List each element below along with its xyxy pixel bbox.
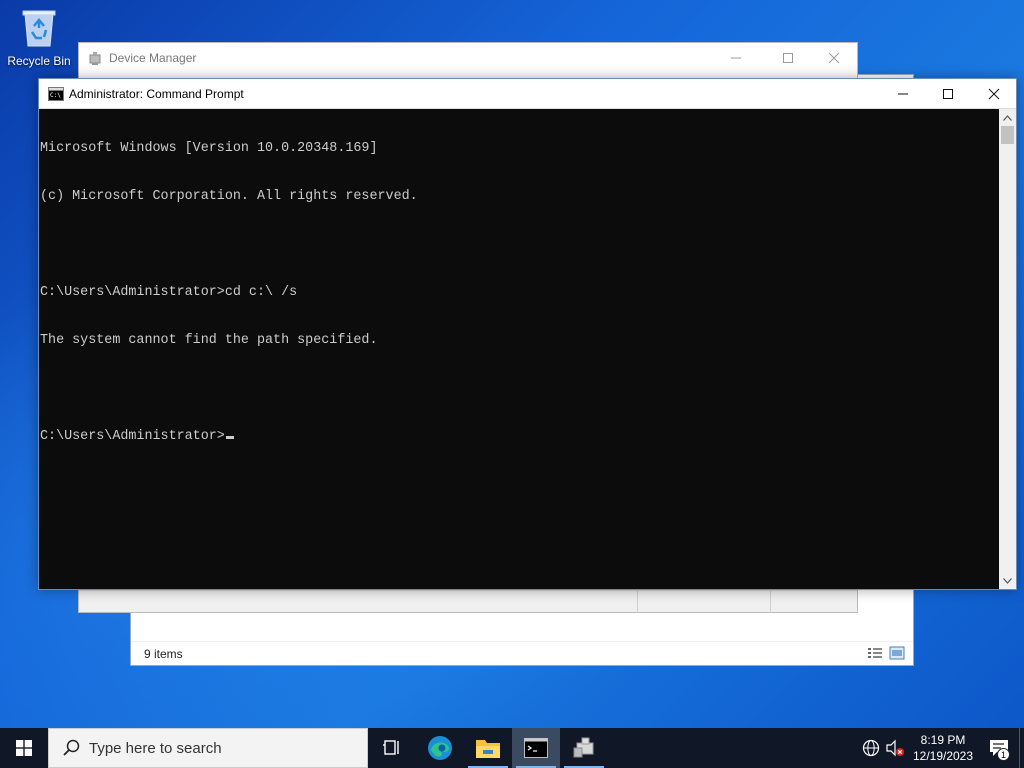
device-manager-minimize-button[interactable] bbox=[713, 43, 759, 73]
search-placeholder: Type here to search bbox=[89, 739, 222, 757]
show-desktop-button[interactable] bbox=[1019, 728, 1024, 768]
search-icon bbox=[63, 739, 80, 756]
system-tray: 8:19 PM 12/19/2023 1 bbox=[859, 728, 1024, 768]
status-separator bbox=[637, 591, 638, 613]
command-prompt-window[interactable]: C:\ Administrator: Command Prompt Micros… bbox=[38, 78, 1017, 590]
task-view-button[interactable] bbox=[368, 728, 416, 768]
console-line: The system cannot find the path specifie… bbox=[40, 333, 378, 348]
edge-icon bbox=[428, 736, 452, 760]
device-manager-icon bbox=[573, 737, 594, 758]
volume-muted-icon bbox=[886, 739, 904, 757]
status-separator bbox=[770, 591, 771, 613]
command-prompt-minimize-button[interactable] bbox=[880, 79, 926, 109]
command-prompt-title: Administrator: Command Prompt bbox=[69, 87, 244, 101]
device-manager-status-bar bbox=[79, 590, 857, 613]
taskbar: Type here to search 8:19 PM 12/19/2023 1 bbox=[0, 728, 1024, 768]
clock-date: 12/19/2023 bbox=[912, 749, 974, 763]
notification-badge: 1 bbox=[997, 748, 1010, 761]
clock[interactable]: 8:19 PM 12/19/2023 bbox=[907, 732, 979, 764]
console-line: C:\Users\Administrator>cd c:\ /s bbox=[40, 285, 298, 300]
clock-time: 8:19 PM bbox=[920, 733, 966, 747]
console-prompt-line[interactable]: C:\Users\Administrator> bbox=[40, 429, 1000, 445]
start-button[interactable] bbox=[0, 728, 48, 768]
taskbar-search-box[interactable]: Type here to search bbox=[48, 728, 368, 768]
console-line: (c) Microsoft Corporation. All rights re… bbox=[40, 189, 418, 204]
recycle-bin-icon bbox=[22, 10, 56, 47]
console-prompt: C:\Users\Administrator> bbox=[40, 429, 225, 444]
file-explorer-button[interactable] bbox=[464, 728, 512, 768]
scroll-down-button[interactable] bbox=[999, 572, 1016, 589]
device-manager-icon bbox=[89, 52, 101, 65]
device-manager-titlebar[interactable]: Device Manager bbox=[79, 43, 857, 75]
task-view-icon bbox=[383, 740, 399, 755]
volume-button[interactable] bbox=[883, 728, 907, 768]
svg-text:C:\: C:\ bbox=[50, 92, 61, 99]
console-scrollbar[interactable] bbox=[999, 109, 1016, 589]
device-manager-taskbar-button[interactable] bbox=[560, 728, 608, 768]
recycle-bin-shortcut[interactable]: Recycle Bin bbox=[4, 6, 74, 68]
command-prompt-taskbar-button[interactable] bbox=[512, 728, 560, 768]
globe-icon bbox=[862, 739, 880, 757]
recycle-bin-label: Recycle Bin bbox=[7, 54, 71, 68]
command-prompt-titlebar[interactable]: C:\ Administrator: Command Prompt bbox=[39, 79, 1016, 109]
action-center-button[interactable]: 1 bbox=[979, 728, 1019, 768]
console-output[interactable]: Microsoft Windows [Version 10.0.20348.16… bbox=[39, 109, 1000, 589]
chevron-down-icon bbox=[1003, 577, 1012, 584]
windows-logo-icon bbox=[16, 740, 32, 756]
network-button[interactable] bbox=[859, 728, 883, 768]
explorer-status-bar: 9 items bbox=[131, 641, 913, 665]
file-explorer-icon bbox=[476, 740, 500, 758]
desktop: Recycle Bin 9 items Device Manager C:\ A… bbox=[0, 0, 1024, 728]
device-manager-title: Device Manager bbox=[109, 51, 197, 65]
command-prompt-icon bbox=[524, 738, 548, 758]
console-line: Microsoft Windows [Version 10.0.20348.16… bbox=[40, 141, 378, 156]
device-manager-maximize-button[interactable] bbox=[765, 43, 811, 73]
device-manager-close-button[interactable] bbox=[811, 43, 857, 73]
command-prompt-close-button[interactable] bbox=[971, 79, 1017, 109]
details-view-icon[interactable] bbox=[867, 646, 883, 660]
command-prompt-icon: C:\ bbox=[48, 87, 64, 101]
text-cursor bbox=[225, 436, 234, 439]
large-icons-view-icon[interactable] bbox=[889, 646, 905, 660]
chevron-up-icon bbox=[1003, 114, 1012, 121]
scroll-thumb[interactable] bbox=[1001, 126, 1014, 144]
item-count: 9 items bbox=[144, 647, 183, 661]
command-prompt-maximize-button[interactable] bbox=[925, 79, 971, 109]
scroll-up-button[interactable] bbox=[999, 109, 1016, 126]
edge-button[interactable] bbox=[416, 728, 464, 768]
